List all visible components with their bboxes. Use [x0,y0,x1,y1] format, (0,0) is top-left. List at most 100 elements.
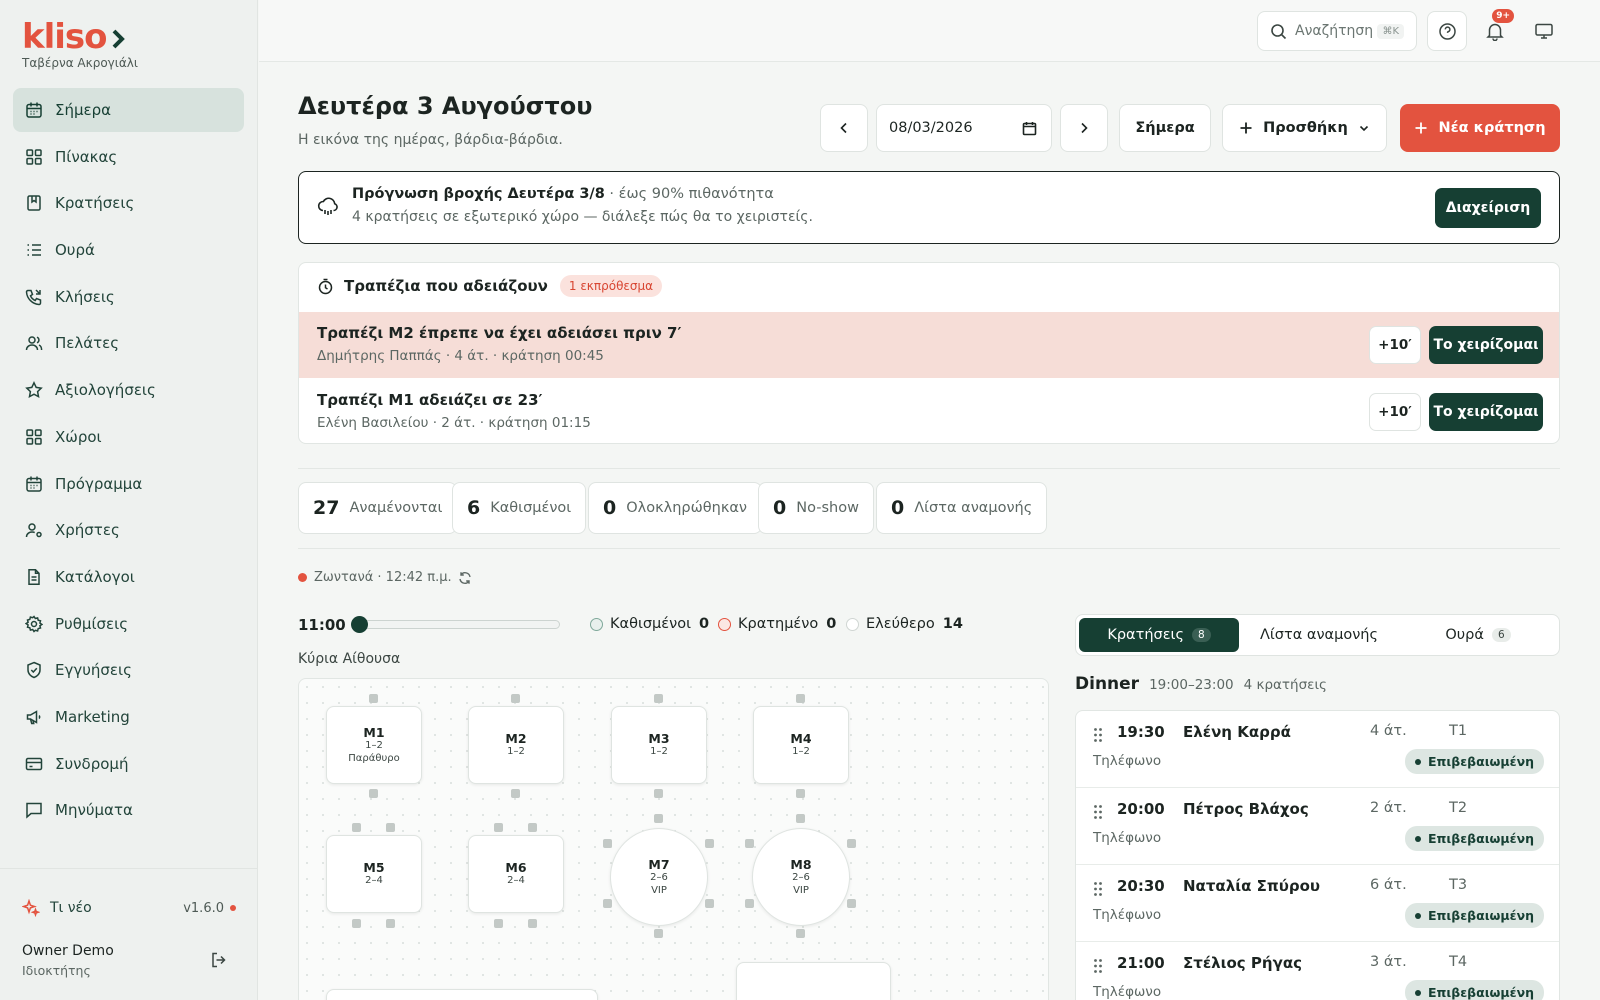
sidebar-item-bookings[interactable]: Κρατήσεις [13,181,244,225]
chair [511,789,520,798]
book-icon [27,195,41,212]
sidebar-item-marketing[interactable]: Marketing [13,695,244,739]
legend-reserved: Κρατημένο 0 [718,616,836,632]
sidebar-item-reviews[interactable]: Αξιολογήσεις [13,368,244,412]
chair [386,823,395,832]
card-icon [25,757,43,770]
gear-icon [25,614,43,633]
sidebar-item-settings[interactable]: Ρυθμίσεις [13,602,244,646]
handle-button[interactable]: Το χειρίζομαι [1429,393,1543,431]
sidebar-item-calls[interactable]: Κλήσεις [13,275,244,319]
chair [705,839,714,848]
chair [494,823,503,832]
tab-waitlist[interactable]: Λίστα αναμονής [1239,618,1399,652]
extend-10-button[interactable]: +10′ [1369,326,1421,364]
stat-expected[interactable]: 27 Αναμένονται [298,482,458,534]
table-m5[interactable]: Μ5 2–4 [326,835,422,913]
sidebar-item-today[interactable]: Σήμερα [13,88,244,132]
brand[interactable]: kliso Ταβέρνα Ακρογιάλι [22,18,138,70]
stat-completed[interactable]: 0 Ολοκληρώθηκαν [588,482,763,534]
reservation-row[interactable]: 20:00 Πέτρος Βλάχος 2 άτ. T2 Τηλέφωνο Επ… [1076,788,1559,865]
refresh-icon[interactable] [458,571,472,585]
next-day-button[interactable] [1060,104,1108,152]
table-m8[interactable]: Μ8 2–6 VIP [752,828,850,926]
table-m3[interactable]: Μ3 1–2 [611,706,707,784]
drag-handle-icon[interactable] [1093,804,1103,820]
timeline-slider[interactable] [351,616,560,633]
file-icon [28,568,40,585]
chair [528,823,537,832]
tab-bookings[interactable]: Κρατήσεις 8 [1079,618,1239,652]
chair [494,919,503,928]
chair [369,694,378,703]
chair [352,823,361,832]
sidebar-item-users[interactable]: Χρήστες [13,508,244,552]
table-m1[interactable]: Μ1 1–2 Παράθυρο [326,706,422,784]
status-badge: Επιβεβαιωμένη [1404,749,1544,774]
timer-icon [318,278,333,294]
sidebar-item-menus[interactable]: Κατάλογοι [13,555,244,599]
stat-seated[interactable]: 6 Καθισμένοι [452,482,587,534]
chair [528,919,537,928]
chair [603,839,612,848]
table-m2[interactable]: Μ2 1–2 [468,706,564,784]
cloud-rain-icon [317,197,338,215]
sidebar-item-messages[interactable]: Μηνύματα [13,788,244,832]
sidebar-item-queue[interactable]: Ουρά [13,228,244,272]
help-button[interactable] [1427,11,1467,51]
table-m4[interactable]: Μ4 1–2 [753,706,849,784]
handle-button[interactable]: Το χειρίζομαι [1429,326,1543,364]
stat-waitlist[interactable]: 0 Λίστα αναμονής [876,482,1048,534]
overdue-badge: 1 εκπρόθεσμα [559,275,663,297]
sidebar-item-board[interactable]: Πίνακας [13,135,244,179]
display-mode-button[interactable] [1524,11,1564,51]
slider-handle[interactable] [351,616,368,633]
search-input[interactable]: Αναζήτηση ⌘K [1257,11,1417,51]
reservations-list: 19:30 Ελένη Καρρά 4 άτ. T1 Τηλέφωνο Επιβ… [1075,710,1560,1000]
reservation-row[interactable]: 19:30 Ελένη Καρρά 4 άτ. T1 Τηλέφωνο Επιβ… [1076,711,1559,788]
chair [603,899,612,908]
alert-title: Πρόγνωση βροχής Δευτέρα 3/8 · έως 90% πι… [352,186,774,202]
plus-icon [1240,122,1252,134]
sidebar-item-schedule[interactable]: Πρόγραμμα [13,462,244,506]
chair [745,899,754,908]
sidebar-item-spaces[interactable]: Χώροι [13,415,244,459]
chair [796,929,805,938]
today-button[interactable]: Σήμερα [1119,104,1211,152]
previous-day-button[interactable] [820,104,868,152]
venue-name: Ταβέρνα Ακρογιάλι [22,56,138,70]
search-icon [1271,23,1287,39]
users-icon [25,336,43,351]
manage-button[interactable]: Διαχείριση [1435,188,1541,228]
drag-handle-icon[interactable] [1093,881,1103,897]
chair [369,789,378,798]
alert-text: 4 κρατήσεις σε εξωτερικό χώρο — διάλεξε … [352,209,813,225]
drag-handle-icon[interactable] [1093,727,1103,743]
sidebar-item-subscription[interactable]: Συνδρομή [13,742,244,786]
extend-10-button[interactable]: +10′ [1369,393,1421,431]
star-icon [25,381,43,399]
grid-icon [26,429,42,445]
reservation-row[interactable]: 21:00 Στέλιος Ρήγας 3 άτ. T4 Τηλέφωνο Επ… [1076,942,1559,1000]
tab-queue[interactable]: Ουρά 6 [1399,618,1557,652]
sidebar-item-customers[interactable]: Πελάτες [13,321,244,365]
search-shortcut: ⌘K [1377,23,1404,39]
add-dropdown-button[interactable]: Προσθήκη [1222,104,1387,152]
date-picker[interactable]: 08/03/2026 [876,104,1052,152]
drag-handle-icon[interactable] [1093,958,1103,974]
table-m6[interactable]: Μ6 2–4 [468,835,564,913]
sidebar-item-guarantees[interactable]: Εγγυήσεις [13,648,244,692]
status-badge: Επιβεβαιωμένη [1404,980,1544,1000]
new-booking-button[interactable]: Νέα κράτηση [1400,104,1560,152]
reservation-row[interactable]: 20:30 Ναταλία Σπύρου 6 άτ. T3 Τηλέφωνο Ε… [1076,865,1559,942]
chevron-down-icon [1359,125,1368,132]
grid-icon [26,148,42,165]
stat-no-show[interactable]: 0 No-show [758,482,874,534]
whats-new-link[interactable]: Τι νέο v1.6.0 [22,899,236,917]
table-m7[interactable]: Μ7 2–6 VIP [610,828,708,926]
version: v1.6.0 [183,901,236,916]
table-partial[interactable] [736,962,891,1000]
logout-icon[interactable] [210,951,228,969]
notifications-button[interactable]: 9+ [1475,9,1515,51]
table-partial[interactable] [326,989,598,1000]
